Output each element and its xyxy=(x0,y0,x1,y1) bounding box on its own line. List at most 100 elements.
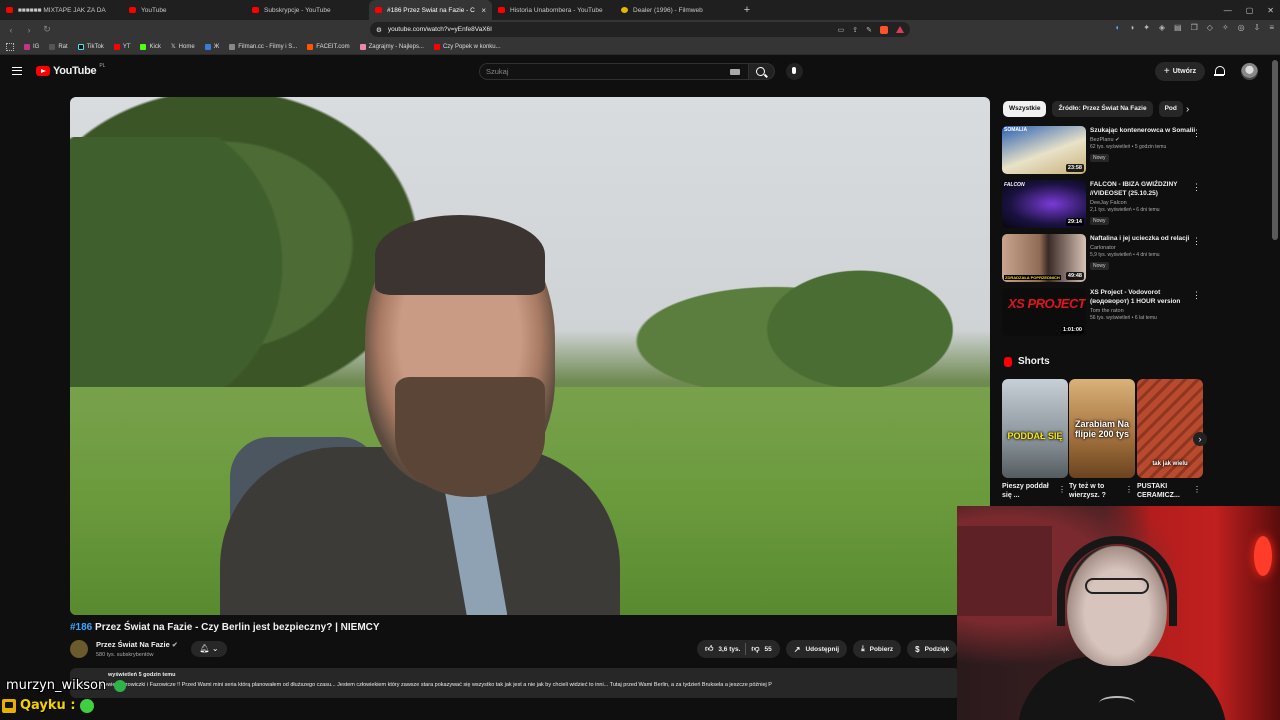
like-count[interactable]: 3,6 tys. xyxy=(718,646,740,653)
short-thumbnail[interactable]: tak jak wielu xyxy=(1137,379,1203,478)
video-thumbnail[interactable]: FALCON 29:14 xyxy=(1002,180,1086,228)
bookmark-item[interactable]: Czy Popek w konku... xyxy=(433,43,501,50)
channel-avatar[interactable] xyxy=(70,640,88,658)
channel-name[interactable]: Tom the raton xyxy=(1090,308,1196,314)
voice-search-button[interactable] xyxy=(786,63,803,80)
share-icon[interactable]: ⇪ xyxy=(852,26,858,34)
thumbs-down-icon[interactable]: 👎︎ xyxy=(751,644,759,654)
bookmark-item[interactable]: TikTok xyxy=(77,43,104,50)
close-icon[interactable]: × xyxy=(481,6,486,15)
video-title[interactable]: FALCON - IBIZA GWIŹDZINY //VIDEOSET (25.… xyxy=(1090,180,1196,198)
browser-tab-active[interactable]: #186 Przez Świat na Fazie - C × xyxy=(369,0,492,20)
more-options-icon[interactable]: ⋮ xyxy=(1192,128,1201,139)
site-info-icon[interactable]: ⚙ xyxy=(376,26,382,34)
dislike-count[interactable]: 55 xyxy=(765,646,772,653)
keyboard-icon[interactable] xyxy=(730,69,740,75)
reload-icon[interactable]: ↻ xyxy=(40,24,54,35)
menu-icon[interactable]: ≡ xyxy=(1269,23,1274,32)
extension-icon[interactable]: ◐ xyxy=(1116,23,1121,32)
more-options-icon[interactable]: ⋮ xyxy=(1192,290,1201,301)
download-button[interactable]: ⤓ Pobierz xyxy=(853,640,902,658)
hamburger-menu-icon[interactable] xyxy=(12,67,22,75)
translate-icon[interactable]: ◑ xyxy=(1129,23,1134,32)
channel-name[interactable]: DeeJay Falcon xyxy=(1090,200,1196,206)
recommended-video[interactable]: XS PROJECT 1:01:00 XS Project - Vodovoro… xyxy=(1002,288,1207,338)
wallet-icon[interactable]: ◇ xyxy=(1207,23,1213,32)
notifications-bell-icon[interactable] xyxy=(1214,65,1225,77)
new-tab-button[interactable]: + xyxy=(738,0,756,20)
address-bar[interactable]: ⚙ youtube.com/watch?v=yEnfe8VaX6I ▭ ⇪ ✎ xyxy=(370,22,910,37)
short-item[interactable]: Zarabiam Na flipie 200 tys Ty też w to w… xyxy=(1069,379,1135,505)
browser-tab[interactable]: YouTube xyxy=(123,0,246,20)
browser-tab[interactable]: ■■■■■■ MIXTAPE JAK ZA DA xyxy=(0,0,123,20)
short-thumbnail[interactable]: PODDAŁ SIĘ xyxy=(1002,379,1068,478)
bookmark-item[interactable]: 𝕏 Home xyxy=(171,43,195,51)
more-options-icon[interactable]: ⋮ xyxy=(1058,485,1066,494)
video-title[interactable]: Szukając kontenerowca w Somalii xyxy=(1090,126,1196,135)
chip-related[interactable]: Pod xyxy=(1158,101,1183,117)
bookmark-item[interactable]: YT xyxy=(113,43,130,50)
bookmark-item[interactable]: Ж xyxy=(204,43,219,50)
video-hashtag[interactable]: #186 xyxy=(70,622,92,633)
bookmark-item[interactable]: Kick xyxy=(140,43,161,50)
recommended-video[interactable]: FALCON 29:14 FALCON - IBIZA GWIŹDZINY //… xyxy=(1002,180,1207,230)
more-options-icon[interactable]: ⋮ xyxy=(1193,485,1201,494)
search-input[interactable]: Szukaj xyxy=(479,63,749,80)
bookmark-item[interactable]: FACEIT.com xyxy=(307,43,350,50)
bookmark-item[interactable]: Zagrajmy - Najleps... xyxy=(359,43,424,50)
more-options-icon[interactable]: ⋮ xyxy=(1192,236,1201,247)
bookmark-item[interactable]: IG xyxy=(24,43,39,50)
more-options-icon[interactable]: ⋮ xyxy=(1192,182,1201,193)
vpn-icon[interactable]: ◎ xyxy=(1238,23,1245,32)
channel-name[interactable]: Przez Świat Na Fazie ✔ xyxy=(96,640,178,649)
download-icon[interactable]: ⇩ xyxy=(1254,23,1261,32)
extension-icon[interactable]: ◈ xyxy=(1159,23,1165,32)
minimize-icon[interactable]: — xyxy=(1224,6,1232,15)
recommended-video[interactable]: ZDRADZAŁA POPRZEDNICH 49:48 Naftalina i … xyxy=(1002,234,1207,284)
video-description[interactable]: wyświetleń 5 godzin temu Panie i Panowie… xyxy=(70,668,960,698)
share-button[interactable]: ↗ Udostępnij xyxy=(785,640,848,658)
leo-icon[interactable]: ✧ xyxy=(1222,23,1229,32)
video-thumbnail[interactable]: SOMALIA 23:58 xyxy=(1002,126,1086,174)
puzzle-icon[interactable]: ✦ xyxy=(1143,23,1150,32)
channel-name[interactable]: Carlonator xyxy=(1090,245,1196,251)
brave-shields-icon[interactable] xyxy=(880,25,888,34)
video-title[interactable]: XS Project - Vodovorot (водоворот) 1 HOU… xyxy=(1090,288,1196,306)
copy-icon[interactable]: ❐ xyxy=(1191,23,1198,32)
sidebar-icon[interactable]: ▤ xyxy=(1174,23,1182,32)
chip-from-channel[interactable]: Źródło: Przez Świat Na Fazie xyxy=(1052,101,1153,117)
back-icon[interactable]: ‹ xyxy=(4,25,18,35)
forward-icon[interactable]: › xyxy=(22,25,36,35)
channel-name[interactable]: BezPlanu ✔ xyxy=(1090,137,1196,143)
brave-rewards-icon[interactable] xyxy=(896,26,904,33)
more-options-icon[interactable]: ⋮ xyxy=(1125,485,1133,494)
youtube-logo[interactable]: YouTube PL xyxy=(36,63,105,77)
bookmark-item[interactable]: Rat xyxy=(49,43,68,50)
video-title[interactable]: Naftalina i jej ucieczka od relacji xyxy=(1090,234,1196,243)
chevron-right-icon[interactable]: › xyxy=(1186,104,1189,115)
bookmark-item[interactable]: Filman.cc - Filmy i S... xyxy=(229,43,297,50)
video-thumbnail[interactable]: XS PROJECT 1:01:00 xyxy=(1002,288,1086,336)
browser-tab[interactable]: Historia Unabombera - YouTube xyxy=(492,0,615,20)
search-button[interactable] xyxy=(749,63,775,80)
account-avatar[interactable] xyxy=(1241,63,1258,80)
short-title[interactable]: PUSTAKI CERAMICZ... xyxy=(1137,482,1191,500)
maximize-icon[interactable]: ▢ xyxy=(1246,6,1254,15)
page-scrollbar[interactable] xyxy=(1272,60,1278,240)
chevron-right-icon[interactable]: › xyxy=(1193,432,1207,446)
browser-tab[interactable]: Subskrypcje - YouTube xyxy=(246,0,369,20)
short-title[interactable]: Pieszy poddał się ... xyxy=(1002,482,1056,500)
recommended-video[interactable]: SOMALIA 23:58 Szukając kontenerowca w So… xyxy=(1002,126,1207,176)
close-window-icon[interactable]: ✕ xyxy=(1267,6,1274,15)
chip-all[interactable]: Wszystkie xyxy=(1003,101,1047,117)
create-button[interactable]: + Utwórz xyxy=(1155,62,1205,81)
browser-tab[interactable]: Dealer (1996) - Filmweb xyxy=(615,0,738,20)
screen-icon[interactable]: ▭ xyxy=(838,26,845,34)
thumbs-up-icon[interactable]: 👍︎ xyxy=(705,644,713,654)
video-thumbnail[interactable]: ZDRADZAŁA POPRZEDNICH 49:48 xyxy=(1002,234,1086,282)
subscribed-bell-button[interactable]: 🔔︎ ⌄ xyxy=(191,641,227,657)
short-thumbnail[interactable]: Zarabiam Na flipie 200 tys xyxy=(1069,379,1135,478)
pin-icon[interactable]: ✎ xyxy=(866,26,872,34)
video-player[interactable] xyxy=(70,97,990,615)
short-title[interactable]: Ty też w to wierzysz. ? xyxy=(1069,482,1123,500)
